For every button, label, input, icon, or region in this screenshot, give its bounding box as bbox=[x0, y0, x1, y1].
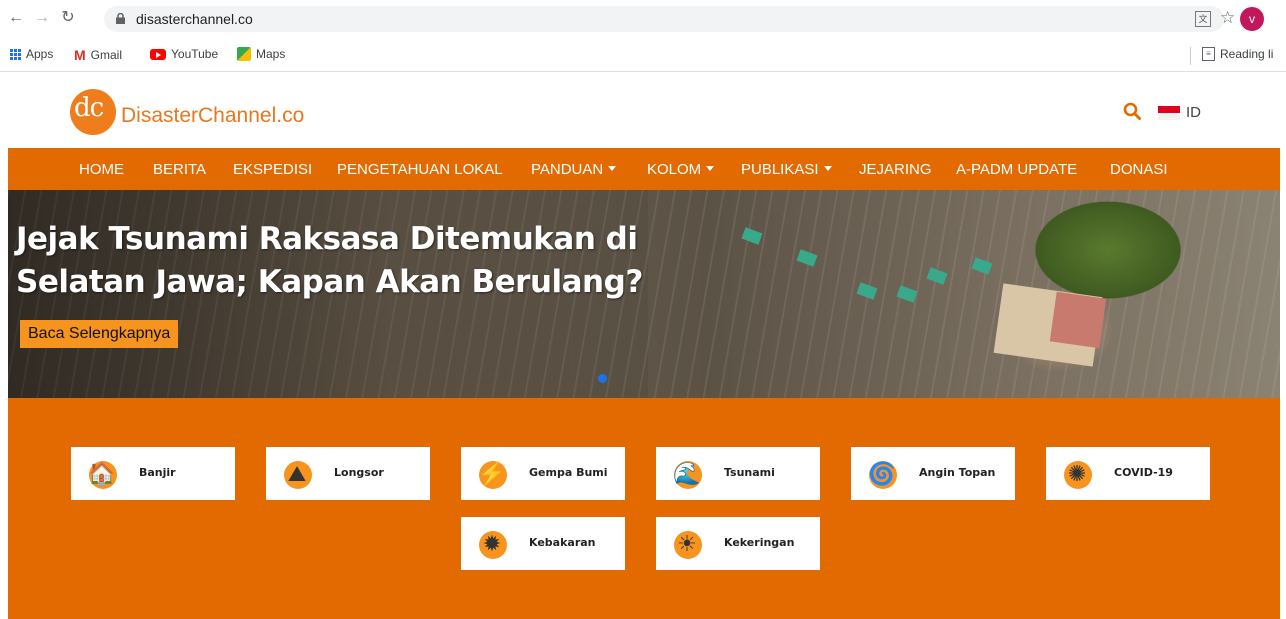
hero-image-detail bbox=[971, 257, 993, 275]
browser-toolbar: ← → ↻ disasterchannel.co 文 ☆ v bbox=[0, 0, 1286, 38]
nav-label: EKSPEDISI bbox=[233, 161, 313, 178]
forward-icon[interactable]: → bbox=[32, 8, 52, 28]
category-label: COVID-19 bbox=[1114, 466, 1173, 479]
typhoon-icon: 🌀 bbox=[863, 455, 901, 493]
nav-berita[interactable]: BERITA bbox=[153, 161, 206, 178]
nav-ekspedisi[interactable]: EKSPEDISI bbox=[233, 161, 312, 178]
bookmark-star-icon[interactable]: ☆ bbox=[1220, 8, 1235, 28]
category-label: Angin Topan bbox=[919, 466, 996, 479]
carousel-indicator[interactable] bbox=[598, 374, 607, 383]
landslide-icon: ⛰ bbox=[278, 455, 316, 493]
category-covid-19[interactable]: ✺ COVID-19 bbox=[1046, 447, 1210, 500]
bookmark-apps[interactable]: Apps bbox=[10, 47, 53, 61]
hero-image-detail bbox=[1049, 291, 1107, 349]
category-label: Gempa Bumi bbox=[529, 466, 608, 479]
category-label: Tsunami bbox=[724, 466, 775, 479]
maps-icon bbox=[237, 47, 251, 61]
logo-text[interactable]: DisasterChannel.co bbox=[121, 104, 304, 128]
hero-title-line: Jejak Tsunami Raksasa Ditemukan di bbox=[16, 221, 638, 257]
category-label: Longsor bbox=[334, 466, 384, 479]
reading-list-icon: ≡ bbox=[1202, 47, 1215, 61]
flood-icon: 🏠 bbox=[83, 455, 121, 493]
nav-publikasi[interactable]: PUBLIKASI bbox=[741, 161, 832, 178]
reading-list-label: Reading li bbox=[1220, 47, 1274, 61]
indonesia-flag-icon[interactable] bbox=[1158, 106, 1180, 120]
bookmark-youtube[interactable]: YouTube bbox=[150, 47, 218, 61]
hero-banner[interactable]: Jejak Tsunami Raksasa Ditemukan di Selat… bbox=[8, 190, 1280, 398]
caret-down-icon bbox=[706, 166, 715, 171]
category-longsor[interactable]: ⛰ Longsor bbox=[266, 447, 430, 500]
nav-label: HOME bbox=[79, 161, 124, 178]
category-kebakaran[interactable]: ✹ Kebakaran bbox=[461, 517, 625, 570]
nav-jejaring[interactable]: JEJARING bbox=[859, 161, 932, 178]
address-bar[interactable]: disasterchannel.co bbox=[104, 6, 1224, 32]
category-label: Kekeringan bbox=[724, 536, 795, 549]
nav-label: PENGETAHUAN LOKAL bbox=[337, 161, 503, 178]
hero-image-detail bbox=[796, 249, 818, 267]
covid-icon: ✺ bbox=[1058, 455, 1096, 493]
back-icon[interactable]: ← bbox=[6, 8, 26, 28]
bookmark-label: Apps bbox=[26, 47, 54, 61]
category-kekeringan[interactable]: ☀ Kekeringan bbox=[656, 517, 820, 570]
nav-pengetahuan-lokal[interactable]: PENGETAHUAN LOKAL bbox=[337, 161, 503, 178]
nav-label: PUBLIKASI bbox=[741, 161, 819, 178]
translate-icon[interactable]: 文 bbox=[1195, 11, 1211, 27]
nav-kolom[interactable]: KOLOM bbox=[647, 161, 715, 178]
nav-label: DONASI bbox=[1110, 161, 1168, 178]
nav-label: A-PADM UPDATE bbox=[956, 161, 1078, 178]
language-switch[interactable]: ID bbox=[1186, 104, 1201, 121]
category-gempa-bumi[interactable]: ⚡ Gempa Bumi bbox=[461, 447, 625, 500]
url-text: disasterchannel.co bbox=[136, 11, 253, 27]
bookmark-label: Gmail bbox=[90, 48, 123, 62]
bookmarks-bar: Apps M Gmail YouTube Maps ≡ Reading li bbox=[0, 38, 1286, 72]
nav-label: BERITA bbox=[153, 161, 207, 178]
nav-label: KOLOM bbox=[647, 161, 702, 178]
bookmark-gmail[interactable]: M Gmail bbox=[74, 47, 122, 63]
tsunami-icon: 🌊 bbox=[668, 455, 706, 493]
gmail-icon: M bbox=[74, 47, 86, 63]
nav-panduan[interactable]: PANDUAN bbox=[531, 161, 617, 178]
hero-image-detail bbox=[926, 267, 948, 285]
nav-apadm-update[interactable]: A-PADM UPDATE bbox=[956, 161, 1077, 178]
nav-donasi[interactable]: DONASI bbox=[1110, 161, 1168, 178]
youtube-icon bbox=[150, 48, 166, 60]
main-nav: HOME BERITA EKSPEDISI PENGETAHUAN LOKAL … bbox=[8, 148, 1280, 190]
category-banjir[interactable]: 🏠 Banjir bbox=[71, 447, 235, 500]
fire-icon: ✹ bbox=[473, 525, 511, 563]
nav-label: PANDUAN bbox=[531, 161, 604, 178]
category-tsunami[interactable]: 🌊 Tsunami bbox=[656, 447, 820, 500]
site-header: dc DisasterChannel.co ID bbox=[0, 73, 1286, 148]
apps-grid-icon bbox=[10, 48, 21, 60]
nav-home[interactable]: HOME bbox=[79, 161, 124, 178]
search-icon[interactable] bbox=[1123, 102, 1141, 120]
hero-title[interactable]: Jejak Tsunami Raksasa Ditemukan di Selat… bbox=[16, 218, 656, 304]
caret-down-icon bbox=[608, 166, 617, 171]
category-label: Kebakaran bbox=[529, 536, 596, 549]
bookmarks-divider bbox=[1190, 47, 1191, 65]
hero-title-line: Selatan Jawa; Kapan Akan Berulang? bbox=[16, 264, 643, 300]
caret-down-icon bbox=[823, 166, 832, 171]
lock-icon bbox=[116, 13, 125, 24]
reload-icon[interactable]: ↻ bbox=[58, 8, 78, 28]
hero-image-detail bbox=[741, 227, 763, 245]
category-angin-topan[interactable]: 🌀 Angin Topan bbox=[851, 447, 1015, 500]
profile-avatar[interactable]: v bbox=[1240, 7, 1264, 31]
category-label: Banjir bbox=[139, 466, 176, 479]
nav-label: JEJARING bbox=[859, 161, 932, 178]
reading-list-button[interactable]: ≡ Reading li bbox=[1202, 47, 1273, 61]
read-more-button[interactable]: Baca Selengkapnya bbox=[20, 320, 179, 348]
categories-section: 🏠 Banjir ⛰ Longsor ⚡ Gempa Bumi 🌊 Tsunam… bbox=[8, 398, 1280, 619]
logo-mark[interactable]: dc bbox=[74, 93, 104, 123]
hero-image-detail bbox=[896, 285, 918, 303]
bookmark-label: Maps bbox=[256, 47, 286, 61]
drought-icon: ☀ bbox=[668, 525, 706, 563]
bookmark-label: YouTube bbox=[171, 47, 219, 61]
bookmark-maps[interactable]: Maps bbox=[237, 47, 285, 61]
hero-image-detail bbox=[856, 282, 878, 300]
earthquake-icon: ⚡ bbox=[473, 455, 511, 493]
